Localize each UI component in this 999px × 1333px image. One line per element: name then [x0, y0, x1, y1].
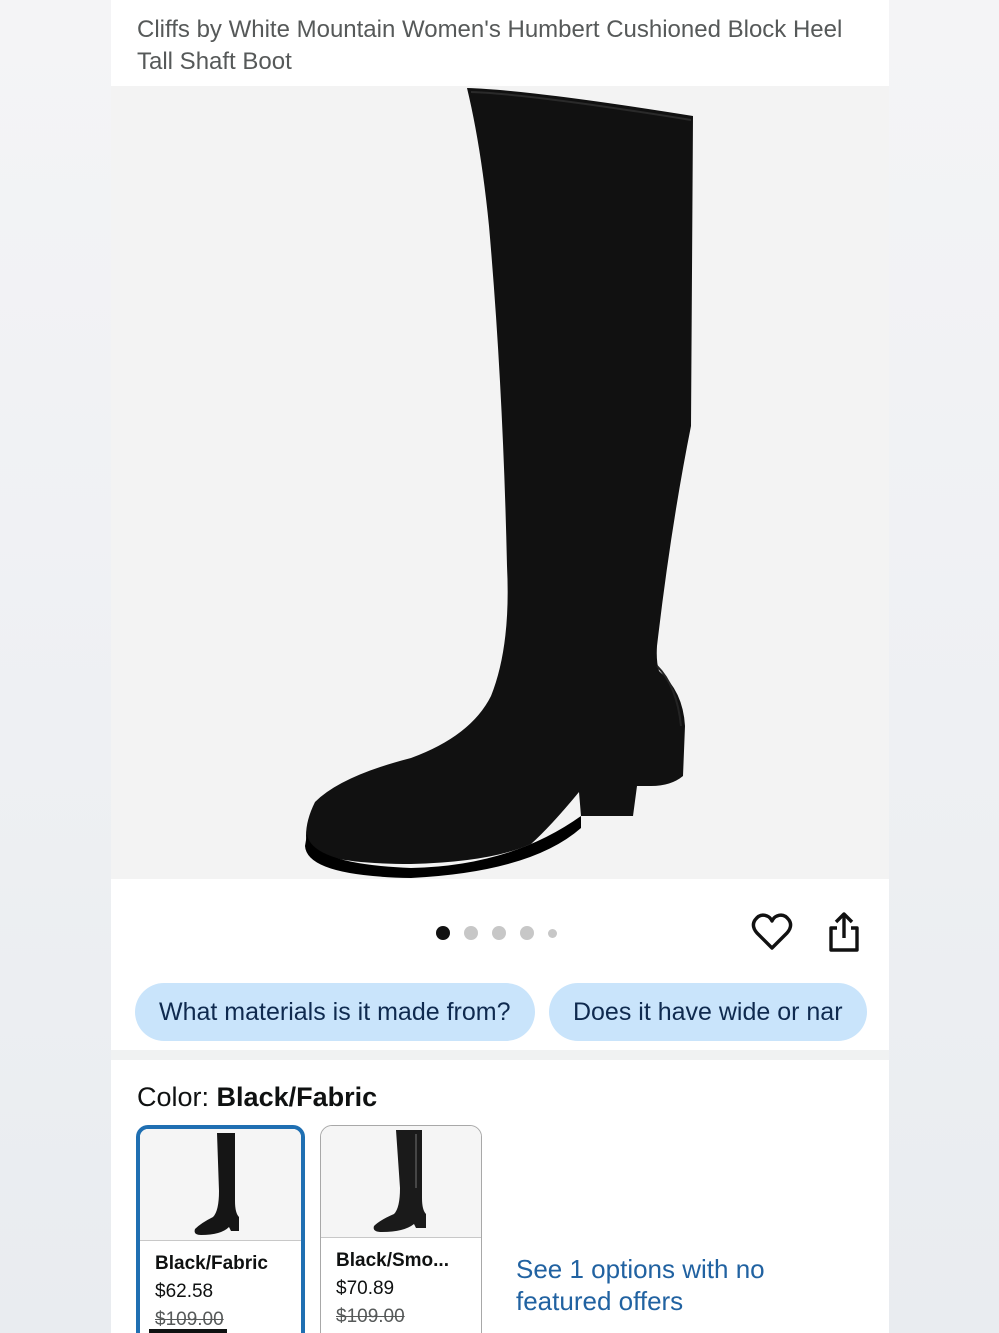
swatch-name: Black/Fabric	[155, 1253, 268, 1274]
section-divider	[111, 1050, 889, 1060]
swatch-image	[140, 1129, 301, 1241]
carousel-dot[interactable]	[436, 926, 450, 940]
boot-image	[305, 88, 693, 878]
product-page: Cliffs by White Mountain Women's Humbert…	[111, 0, 889, 1333]
background-right	[889, 0, 999, 1333]
swatch-price: $70.89	[336, 1278, 395, 1299]
swatch-list-price: $109.00	[155, 1309, 224, 1330]
swatch-name: Black/Smo...	[336, 1250, 449, 1271]
color-selection: Color: Black/Fabric	[137, 1082, 377, 1113]
question-chip[interactable]: Does it have wide or nar	[548, 983, 867, 1041]
heart-icon[interactable]	[751, 911, 793, 953]
color-label: Color:	[137, 1082, 210, 1112]
color-swatch-black-smooth[interactable]: Black/Smo... $70.89 $109.00	[320, 1125, 482, 1333]
background-left	[0, 0, 111, 1333]
carousel-dot[interactable]	[492, 926, 506, 940]
color-swatch-black-fabric[interactable]: Black/Fabric $62.58 $109.00	[136, 1125, 305, 1333]
see-other-options-link[interactable]: See 1 options with no featured offers	[516, 1253, 776, 1317]
share-icon[interactable]	[823, 910, 863, 954]
color-value: Black/Fabric	[216, 1082, 378, 1112]
question-chip[interactable]: What materials is it made from?	[135, 983, 535, 1041]
swatch-image	[321, 1126, 481, 1238]
selected-indicator	[149, 1329, 227, 1333]
product-image[interactable]	[111, 86, 889, 879]
question-chips: What materials is it made from? Does it …	[135, 983, 889, 1041]
image-carousel-dots[interactable]	[436, 925, 557, 941]
swatch-price: $62.58	[155, 1281, 214, 1302]
carousel-dot[interactable]	[464, 926, 478, 940]
carousel-dot[interactable]	[548, 928, 557, 938]
product-title: Cliffs by White Mountain Women's Humbert…	[137, 16, 843, 75]
carousel-dot[interactable]	[520, 926, 534, 940]
swatch-list-price: $109.00	[336, 1306, 405, 1327]
